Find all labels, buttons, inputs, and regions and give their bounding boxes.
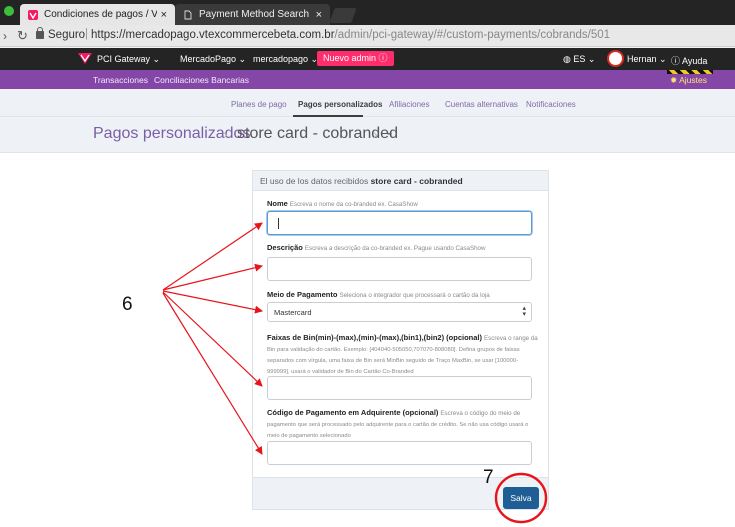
account-menu-primary-label: MercadoPago (180, 54, 237, 64)
bin-range-hint: Escreva o range da (484, 335, 538, 342)
description-label-text: Descrição (267, 243, 303, 252)
form-header-bold: store card - cobranded (370, 176, 463, 186)
browser-tab-inactive[interactable]: Payment Method Search × (175, 4, 330, 25)
help-label: Ayuda (682, 56, 708, 66)
breadcrumb-current: - (387, 125, 393, 142)
active-tab-indicator (293, 115, 363, 117)
select-arrows-icon: ▴ ▾ (522, 305, 526, 318)
acquirer-code-label: Código de Pagamento em Adquirente (opcio… (267, 408, 520, 417)
account-menu-primary[interactable]: MercadoPago ⌄ (180, 54, 246, 65)
annotation-number-save: 7 (483, 467, 494, 488)
forward-icon[interactable]: › (3, 29, 7, 43)
tab-title: Payment Method Search (199, 9, 310, 20)
tab-notifications[interactable]: Notificaciones (526, 100, 576, 109)
bin-range-input[interactable] (267, 376, 532, 400)
tab-payment-plans[interactable]: Planes de pago (231, 100, 287, 109)
product-menu[interactable]: PCI Gateway ⌄ (97, 54, 160, 65)
save-button[interactable]: Salva (503, 487, 539, 509)
secure-label: Seguro (48, 29, 86, 41)
url-path: /admin/pci-gateway/#/custom-payments/cob… (334, 29, 611, 41)
language-menu[interactable]: ◍ ES ⌄ (563, 54, 595, 65)
new-admin-button[interactable]: Nuevo admin ⓘ (317, 51, 394, 66)
bin-range-label-text: Faixas de Bin(min)-(max),(min)-(max),(bi… (267, 333, 483, 342)
top-navigation: PCI Gateway ⌄ MercadoPago ⌄ mercadopago … (0, 48, 735, 70)
page: Condiciones de pagos / VTEX × Payment Me… (0, 0, 735, 527)
settings-link[interactable]: ✹ Ajustes (670, 75, 707, 86)
url-host: https://mercadopago.vtexcommercebeta.com… (91, 29, 335, 41)
gear-icon: ✹ (670, 75, 678, 85)
chevron-right-icon: › (373, 126, 378, 142)
browser-tab-bar: Condiciones de pagos / VTEX × Payment Me… (0, 0, 735, 25)
description-hint: Escreva a descrição da co-branded ex. Pa… (304, 245, 486, 252)
browser-tab-active[interactable]: Condiciones de pagos / VTEX × (20, 4, 175, 25)
close-tab-icon[interactable]: × (161, 9, 167, 21)
acquirer-code-hint: Escreva o código do meio de (440, 410, 521, 417)
bin-range-label: Faixas de Bin(min)-(max),(min)-(max),(bi… (267, 333, 538, 342)
user-name: Hernan (627, 54, 657, 64)
acquirer-code-label-text: Código de Pagamento em Adquirente (opcio… (267, 408, 439, 417)
name-hint: Escreva o nome da co-branded ex. CasaSho… (289, 201, 418, 208)
subnav-item-transactions[interactable]: Transacciones (93, 75, 148, 85)
payment-method-hint: Seleciona o integrador que processará o … (339, 292, 490, 299)
account-menu-secondary[interactable]: mercadopago ⌄ (253, 54, 318, 65)
acquirer-code-help: pagamento que será processado pelo adqui… (267, 422, 529, 439)
subnav-item-bank-reconciliation[interactable]: Conciliaciones Bancarias (154, 75, 249, 85)
new-tab-button[interactable] (329, 8, 357, 23)
tab-affiliations[interactable]: Afiliaciones (389, 100, 429, 109)
tab-alternative-accounts[interactable]: Cuentas alternativas (445, 100, 518, 109)
section-tabs: Planes de pago Pagos personalizados Afil… (0, 89, 735, 117)
help-link[interactable]: ⓘ Ayuda (671, 54, 707, 67)
form-header-prefix: El uso de los datos recibidos (260, 176, 369, 186)
payment-method-label-text: Meio de Pagamento (267, 290, 338, 299)
sub-navigation: Transacciones Conciliaciones Bancarias ✹… (0, 70, 735, 89)
product-menu-label: PCI Gateway (97, 54, 151, 64)
form-header: El uso de los datos recibidos store card… (253, 171, 548, 191)
document-icon (184, 10, 192, 19)
language-label: ES (573, 54, 586, 64)
payment-method-select[interactable]: Mastercard ▴ ▾ (267, 302, 532, 322)
tab-custom-payments[interactable]: Pagos personalizados (298, 100, 382, 109)
breadcrumb: Pagos personalizados › store card - cobr… (0, 118, 735, 153)
url-field[interactable]: https://mercadopago.vtexcommercebeta.com… (91, 29, 610, 41)
acquirer-code-input[interactable] (267, 441, 532, 465)
name-input[interactable] (267, 211, 532, 235)
reload-icon[interactable]: ↻ (17, 28, 28, 44)
text-cursor (278, 218, 279, 229)
name-label-text: Nome (267, 199, 288, 208)
payment-method-value: Mastercard (274, 308, 312, 317)
name-label: Nome Escreva o nome da co-branded ex. Cas… (267, 199, 418, 208)
bin-range-help: Bin para validação do cartão. Exemplo: [… (267, 347, 520, 375)
account-menu-secondary-label: mercadopago (253, 54, 309, 64)
warning-stripes (667, 70, 713, 74)
avatar[interactable] (607, 50, 624, 67)
globe-icon: ◍ (563, 54, 571, 64)
close-tab-icon[interactable]: × (316, 9, 322, 21)
payment-method-label: Meio de Pagamento Seleciona o integrador … (267, 290, 490, 299)
description-label: Descrição Escreva a descrição da co-brand… (267, 243, 485, 252)
address-separator: | (85, 28, 88, 40)
settings-label: Ajustes (679, 75, 707, 85)
annotation-number-fields: 6 (122, 294, 133, 315)
lock-icon (36, 27, 44, 39)
description-input[interactable] (267, 257, 532, 281)
chevron-right-icon: › (223, 126, 228, 142)
new-admin-label: Nuevo admin (323, 53, 377, 63)
tab-title: Condiciones de pagos / VTEX (44, 9, 157, 20)
help-icon: ⓘ (671, 56, 681, 66)
user-menu[interactable]: Hernan ⌄ (627, 54, 667, 65)
cobrand-form-card: El uso de los datos recibidos store card… (252, 170, 549, 510)
vtex-favicon-icon (28, 9, 38, 20)
window-zoom-button[interactable] (4, 6, 14, 16)
vtex-logo-icon (78, 53, 92, 64)
address-bar: › ↻ Seguro | https://mercadopago.vtexcom… (0, 25, 735, 47)
